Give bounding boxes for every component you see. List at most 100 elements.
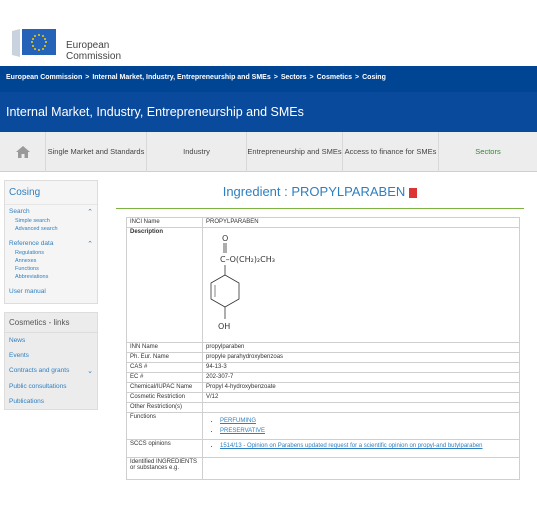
org-name-line2: Commission [66,51,122,62]
title-divider [116,208,524,209]
sidebar-item-reference-data[interactable]: Reference data ⌃ [5,237,97,249]
sidebar-item-search[interactable]: Search ⌃ [5,205,97,217]
org-name[interactable]: European Commission [66,40,121,62]
sccs-list: 1514/13 - Opinion on Parabens updated re… [206,443,516,449]
row-value: 202-307-7 [202,372,520,383]
row-key: Other Restriction(s) [126,402,203,413]
table-row: INN Name propylparaben [126,342,520,353]
description-label: Description [130,229,164,235]
row-value: propyle parahydroxybenzoas [202,352,520,363]
link-news[interactable]: News [5,333,97,348]
structure-ester-label: C–O(CH₂)₂CH₃ [220,255,275,264]
row-key: INN Name [126,342,203,353]
table-row: CAS #94-13-3 [126,362,520,373]
nav-single-market[interactable]: Single Market and Standards [46,132,147,172]
ingredient-heading: Ingredient : PROPYLPARABEN [222,184,406,199]
breadcrumb-item-cosmetics[interactable]: Cosmetics [317,74,352,81]
sidebar-item-simple-search[interactable]: Simple search [5,217,97,225]
org-name-line1: European [66,40,110,51]
sidebar-item-label: Search [9,208,30,215]
chevron-up-icon[interactable]: ⌃ [87,208,93,216]
row-value: Propyl 4-hydroxybenzoate [202,382,520,393]
site-title[interactable]: Internal Market, Industry, Entrepreneurs… [6,105,304,119]
row-key: Cosmetic Restriction [126,392,203,403]
breadcrumb-item-european-commission[interactable]: European Commission [6,74,82,81]
structure-bottom-label: OH [218,322,230,331]
cosmetics-links: Cosmetics - links News Events Contracts … [4,312,98,410]
function-link-perfuming[interactable]: PERFUMING [220,418,256,424]
chevron-down-icon[interactable]: ⌄ [87,367,93,375]
sidebar-item-annexes[interactable]: Annexes [5,257,97,265]
row-key: Ph. Eur. Name [126,352,203,363]
link-label: Contracts and grants [9,367,70,374]
structure-cell: O C–O(CH₂)₂CH₃ OH [202,227,520,343]
nav-home[interactable] [0,132,46,172]
row-key: Chemical/IUPAC Name [126,382,203,393]
row-key: INCI Name [126,217,203,228]
link-events[interactable]: Events [5,348,97,363]
main-content: Ingredient : PROPYLPARABEN INCI Name PROP… [110,180,530,480]
nav-access-finance[interactable]: Access to finance for SMEs [343,132,439,172]
row-key: Description [126,227,203,343]
row-value: 94-13-3 [202,362,520,373]
row-value: propylparaben [202,342,520,353]
sidebar-item-user-manual[interactable]: User manual [5,285,97,303]
sidebar-item-abbreviations[interactable]: Abbreviations [5,273,97,285]
home-icon [15,146,30,158]
table-row: Other Restriction(s) [126,402,520,413]
row-value: PROPYLPARABEN [202,217,520,228]
table-row: EC #202-307-7 [126,372,520,383]
link-label: Public consultations [9,383,67,390]
table-row: Chemical/IUPAC Name Propyl 4-hydroxybenzo… [126,382,520,393]
row-value: V/12 [202,392,520,403]
row-key: CAS # [126,362,203,373]
link-label: Publications [9,398,45,405]
sidebar-item-regulations[interactable]: Regulations [5,249,97,257]
breadcrumb-item-sectors[interactable]: Sectors [281,74,307,81]
link-contracts-grants[interactable]: Contracts and grants ⌄ [5,363,97,379]
link-publications[interactable]: Publications [5,394,97,409]
breadcrumb-bar: European Commission > Internal Market, Ind… [0,66,537,92]
nav-sectors[interactable]: Sectors [439,132,537,172]
table-row: SCCS opinions 1514/13 - Opinion on Parab… [126,439,520,458]
main-nav: Single Market and Standards Industry Ent… [0,132,537,172]
cosing-menu: Cosing Search ⌃ Simple search Advanced s… [4,180,98,304]
table-row: Cosmetic Restriction V/12 [126,392,520,403]
ec-logo-icon[interactable] [12,27,58,59]
list-item: PRESERVATIVE [220,428,516,434]
breadcrumb-item-internal-market[interactable]: Internal Market, Industry, Entrepreneurs… [92,74,270,81]
functions-list: PERFUMING PRESERVATIVE [206,418,516,434]
row-value [202,402,520,413]
list-item: PERFUMING [220,418,516,424]
sidebar-title[interactable]: Cosing [5,181,97,205]
sidebar-item-advanced-search[interactable]: Advanced search [5,225,97,237]
sidebar-item-functions[interactable]: Functions [5,265,97,273]
sccs-opinion-link[interactable]: 1514/13 - Opinion on Parabens updated re… [220,443,483,449]
table-row: Ph. Eur. Name propyle parahydroxybenzoas [126,352,520,363]
row-key: SCCS opinions [126,439,203,458]
sccs-cell: 1514/13 - Opinion on Parabens updated re… [202,439,520,458]
nav-entrepreneurship[interactable]: Entrepreneurship and SMEs [247,132,343,172]
row-key: Functions [126,412,203,440]
links-title: Cosmetics - links [5,313,97,333]
row-key: EC # [126,372,203,383]
row-key: Identified INGREDIENTS or substances e.g… [126,457,203,480]
nav-industry[interactable]: Industry [147,132,247,172]
link-public-consultations[interactable]: Public consultations [5,379,97,394]
ingredient-table: INCI Name PROPYLPARABEN Description O C–O… [126,217,520,480]
breadcrumb-separator: > [355,74,360,81]
structure-diagram: O C–O(CH₂)₂CH₃ OH [210,234,275,331]
sidebar: Cosing Search ⌃ Simple search Advanced s… [4,180,98,410]
chevron-up-icon[interactable]: ⌃ [87,240,93,248]
breadcrumb-item-cosing: Cosing [362,74,386,81]
pdf-icon[interactable] [409,187,418,198]
breadcrumb-separator: > [273,74,278,81]
sidebar-item-label: User manual [9,288,46,295]
site-header: European Commission [0,0,537,66]
site-title-bar: Internal Market, Industry, Entrepreneurs… [0,92,537,132]
function-link-preservative[interactable]: PRESERVATIVE [220,428,265,434]
functions-cell: PERFUMING PRESERVATIVE [202,412,520,440]
table-row: Description O C–O(CH₂)₂CH₃ OH [126,227,520,343]
table-row: INCI Name PROPYLPARABEN [126,217,520,228]
breadcrumb-separator: > [309,74,314,81]
